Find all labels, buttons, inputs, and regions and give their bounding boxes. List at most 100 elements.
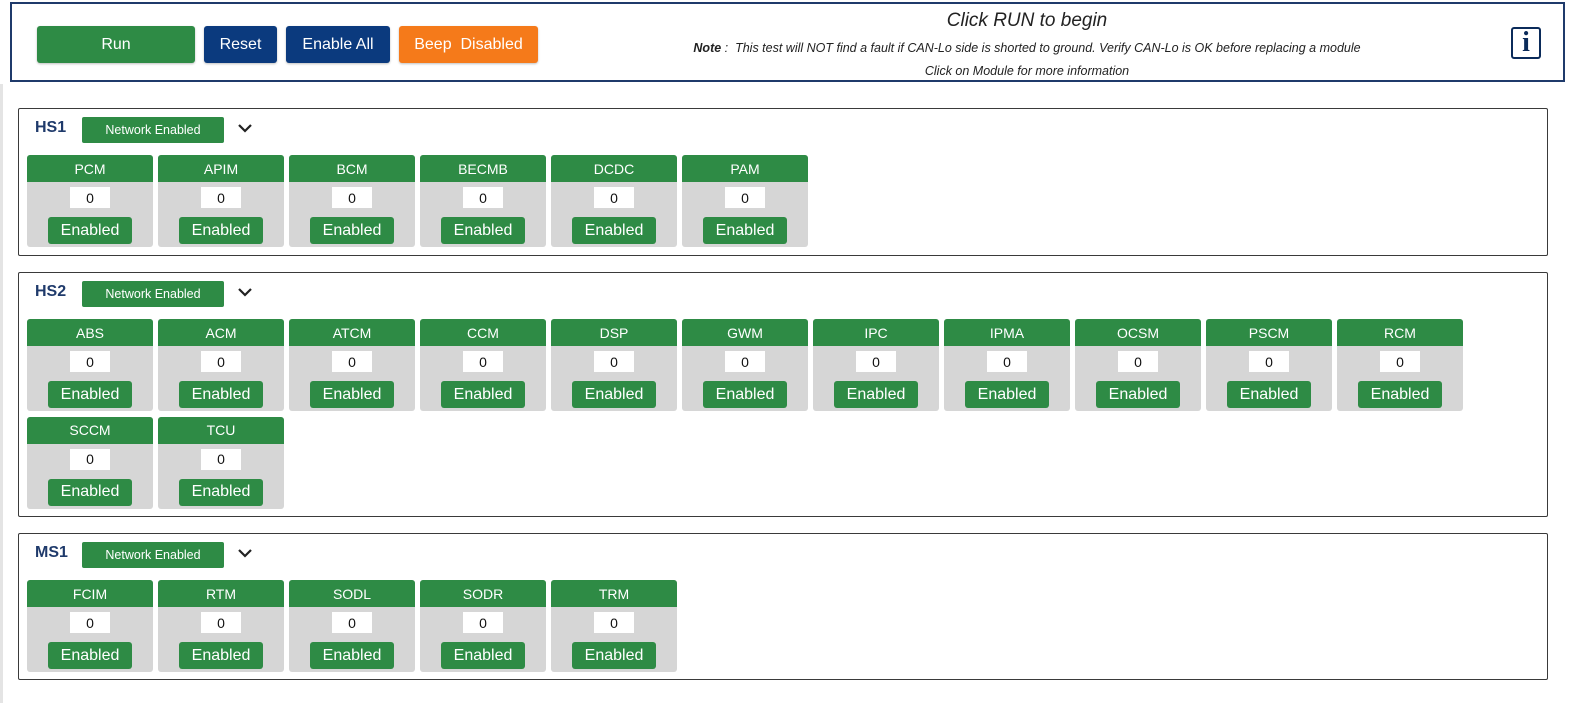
module-enable-button[interactable]: Enabled xyxy=(48,381,132,408)
module-fault-count: 0 xyxy=(332,612,372,633)
chevron-down-icon[interactable] xyxy=(237,284,253,300)
module-card-becmb[interactable]: BECMB 0 Enabled xyxy=(420,155,546,247)
module-enable-button[interactable]: Enabled xyxy=(48,217,132,244)
module-name[interactable]: TRM xyxy=(551,580,677,607)
module-name[interactable]: APIM xyxy=(158,155,284,182)
module-card-ipma[interactable]: IPMA 0 Enabled xyxy=(944,319,1070,411)
module-card-pcm[interactable]: PCM 0 Enabled xyxy=(27,155,153,247)
module-enable-button[interactable]: Enabled xyxy=(441,642,525,669)
module-fault-count: 0 xyxy=(70,351,110,372)
module-name[interactable]: BECMB xyxy=(420,155,546,182)
module-name[interactable]: IPC xyxy=(813,319,939,346)
enable-all-button[interactable]: Enable All xyxy=(286,26,390,63)
module-fault-count: 0 xyxy=(594,187,634,208)
module-card-fcim[interactable]: FCIM 0 Enabled xyxy=(27,580,153,672)
module-card-rtm[interactable]: RTM 0 Enabled xyxy=(158,580,284,672)
module-fault-count: 0 xyxy=(856,351,896,372)
module-enable-button[interactable]: Enabled xyxy=(1227,381,1311,408)
module-card-gwm[interactable]: GWM 0 Enabled xyxy=(682,319,808,411)
module-enable-button[interactable]: Enabled xyxy=(441,217,525,244)
module-fault-count: 0 xyxy=(463,351,503,372)
module-name[interactable]: SODR xyxy=(420,580,546,607)
module-card-abs[interactable]: ABS 0 Enabled xyxy=(27,319,153,411)
module-name[interactable]: ABS xyxy=(27,319,153,346)
module-enable-button[interactable]: Enabled xyxy=(1096,381,1180,408)
module-name[interactable]: PAM xyxy=(682,155,808,182)
module-name[interactable]: BCM xyxy=(289,155,415,182)
reset-button[interactable]: Reset xyxy=(204,26,277,63)
network-status-button[interactable]: Network Enabled xyxy=(82,117,224,143)
module-enable-button[interactable]: Enabled xyxy=(179,642,263,669)
module-name[interactable]: GWM xyxy=(682,319,808,346)
module-enable-button[interactable]: Enabled xyxy=(703,381,787,408)
module-fault-count: 0 xyxy=(725,351,765,372)
run-button[interactable]: Run xyxy=(37,26,195,63)
network-status-button[interactable]: Network Enabled xyxy=(82,281,224,307)
module-card-apim[interactable]: APIM 0 Enabled xyxy=(158,155,284,247)
module-enable-button[interactable]: Enabled xyxy=(310,217,394,244)
module-enable-button[interactable]: Enabled xyxy=(572,642,656,669)
module-name[interactable]: RTM xyxy=(158,580,284,607)
module-name[interactable]: IPMA xyxy=(944,319,1070,346)
module-name[interactable]: SCCM xyxy=(27,416,153,444)
module-fault-count: 0 xyxy=(725,187,765,208)
module-enable-button[interactable]: Enabled xyxy=(179,217,263,244)
network-status-button[interactable]: Network Enabled xyxy=(82,542,224,568)
module-enable-button[interactable]: Enabled xyxy=(179,478,263,506)
module-card-pscm[interactable]: PSCM 0 Enabled xyxy=(1206,319,1332,411)
module-fault-count: 0 xyxy=(70,187,110,208)
module-name[interactable]: PSCM xyxy=(1206,319,1332,346)
module-fault-count: 0 xyxy=(70,448,110,470)
module-enable-button[interactable]: Enabled xyxy=(1358,381,1442,408)
module-card-tcu[interactable]: TCU 0 Enabled xyxy=(158,416,284,509)
module-enable-button[interactable]: Enabled xyxy=(965,381,1049,408)
module-enable-button[interactable]: Enabled xyxy=(48,642,132,669)
beep-toggle-button[interactable]: Beep Disabled xyxy=(399,26,538,63)
module-card-trm[interactable]: TRM 0 Enabled xyxy=(551,580,677,672)
module-card-sodl[interactable]: SODL 0 Enabled xyxy=(289,580,415,672)
module-fault-count: 0 xyxy=(594,612,634,633)
module-card-sccm[interactable]: SCCM 0 Enabled xyxy=(27,416,153,509)
module-card-ocsm[interactable]: OCSM 0 Enabled xyxy=(1075,319,1201,411)
module-name[interactable]: ACM xyxy=(158,319,284,346)
module-name[interactable]: RCM xyxy=(1337,319,1463,346)
module-card-bcm[interactable]: BCM 0 Enabled xyxy=(289,155,415,247)
module-enable-button[interactable]: Enabled xyxy=(572,217,656,244)
module-name[interactable]: SODL xyxy=(289,580,415,607)
module-enable-button[interactable]: Enabled xyxy=(703,217,787,244)
module-card-dsp[interactable]: DSP 0 Enabled xyxy=(551,319,677,411)
module-card-pam[interactable]: PAM 0 Enabled xyxy=(682,155,808,247)
module-enable-button[interactable]: Enabled xyxy=(48,478,132,506)
module-fault-count: 0 xyxy=(987,351,1027,372)
module-enable-button[interactable]: Enabled xyxy=(179,381,263,408)
module-name[interactable]: DSP xyxy=(551,319,677,346)
module-card-sodr[interactable]: SODR 0 Enabled xyxy=(420,580,546,672)
module-name[interactable]: TCU xyxy=(158,416,284,444)
module-info-hint: Click on Module for more information xyxy=(924,64,1130,78)
module-name[interactable]: FCIM xyxy=(27,580,153,607)
chevron-down-icon[interactable] xyxy=(237,120,253,136)
module-enable-button[interactable]: Enabled xyxy=(441,381,525,408)
module-card-ccm[interactable]: CCM 0 Enabled xyxy=(420,319,546,411)
module-card-ipc[interactable]: IPC 0 Enabled xyxy=(813,319,939,411)
module-name[interactable]: OCSM xyxy=(1075,319,1201,346)
module-enable-button[interactable]: Enabled xyxy=(310,381,394,408)
info-icon[interactable]: i xyxy=(1511,27,1541,59)
network-name: MS1 xyxy=(35,544,68,561)
module-name[interactable]: DCDC xyxy=(551,155,677,182)
toolbar: Run Reset Enable All Beep Disabled Click… xyxy=(10,2,1565,82)
module-card-dcdc[interactable]: DCDC 0 Enabled xyxy=(551,155,677,247)
module-name[interactable]: PCM xyxy=(27,155,153,182)
network-panel-ms1: MS1 Network Enabled FCIM 0 Enabled RTM 0 Enab… xyxy=(18,533,1548,680)
chevron-down-icon[interactable] xyxy=(237,545,253,561)
note-body: : This test will NOT find a fault if CAN… xyxy=(721,41,1361,55)
module-enable-button[interactable]: Enabled xyxy=(310,642,394,669)
status-title: Click RUN to begin xyxy=(946,10,1108,31)
module-card-atcm[interactable]: ATCM 0 Enabled xyxy=(289,319,415,411)
module-card-rcm[interactable]: RCM 0 Enabled xyxy=(1337,319,1463,411)
module-name[interactable]: ATCM xyxy=(289,319,415,346)
module-card-acm[interactable]: ACM 0 Enabled xyxy=(158,319,284,411)
module-name[interactable]: CCM xyxy=(420,319,546,346)
module-enable-button[interactable]: Enabled xyxy=(572,381,656,408)
module-enable-button[interactable]: Enabled xyxy=(834,381,918,408)
